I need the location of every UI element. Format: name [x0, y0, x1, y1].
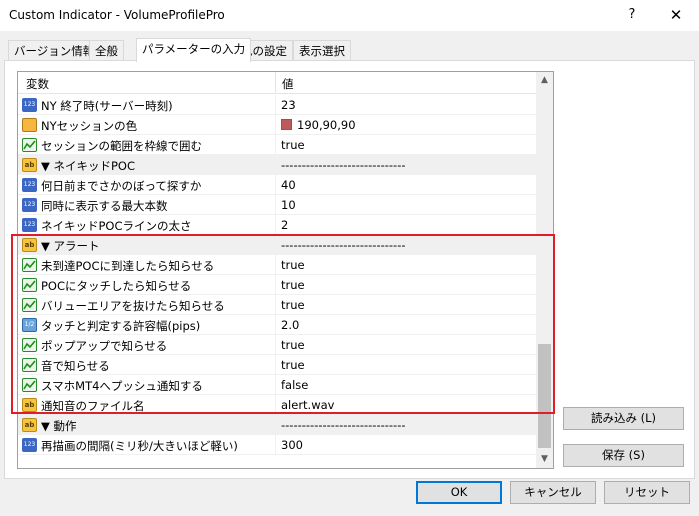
parameter-name: ネイキッドPOCラインの太さ — [41, 219, 192, 233]
ok-button[interactable]: OK — [416, 481, 502, 504]
scroll-up-icon[interactable]: ▲ — [536, 72, 553, 89]
parameter-name: NYセッションの色 — [41, 119, 138, 133]
scroll-down-icon[interactable]: ▼ — [536, 451, 553, 468]
tab-general[interactable]: 全般 — [89, 40, 124, 61]
parameter-row[interactable]: 123 NY 終了時(サーバー時刻) 23 — [18, 95, 536, 115]
parameter-name: セッションの範囲を枠線で囲む — [41, 139, 202, 153]
string-icon: ab — [22, 158, 37, 172]
row-separator — [275, 115, 276, 135]
parameter-row[interactable]: ab ▼ 動作 ------------------------------ — [18, 415, 536, 435]
parameter-value-text: 190,90,90 — [297, 118, 356, 132]
parameter-value[interactable]: 40 — [281, 178, 296, 192]
parameter-name: 同時に表示する最大本数 — [41, 199, 168, 213]
parameter-value-text: 10 — [281, 198, 296, 212]
parameter-row[interactable]: セッションの範囲を枠線で囲む true — [18, 135, 536, 155]
integer-icon: 123 — [22, 178, 37, 192]
row-separator — [275, 435, 276, 455]
parameter-name: 何日前までさかのぼって探すか — [41, 179, 202, 193]
row-separator — [275, 175, 276, 195]
alert-section-highlight-box — [11, 234, 555, 414]
parameter-value[interactable]: true — [281, 138, 305, 152]
help-button[interactable]: ? — [620, 3, 644, 27]
integer-icon: 123 — [22, 218, 37, 232]
save-button[interactable]: 保存 (S) — [563, 444, 684, 467]
parameter-value-text: 23 — [281, 98, 296, 112]
parameter-value-text: ------------------------------ — [281, 418, 406, 432]
parameter-name: NY 終了時(サーバー時刻) — [41, 99, 173, 113]
string-icon: ab — [22, 418, 37, 432]
parameter-row[interactable]: 123 再描画の間隔(ミリ秒/大きいほど軽い) 300 — [18, 435, 536, 455]
parameter-value[interactable]: 190,90,90 — [281, 118, 356, 132]
column-header-value[interactable]: 値 — [282, 76, 294, 92]
reset-button[interactable]: リセット — [604, 481, 690, 504]
column-separator[interactable] — [275, 72, 276, 94]
parameter-name: ▼ 動作 — [41, 419, 77, 433]
parameter-value-text: 300 — [281, 438, 303, 452]
parameter-row[interactable]: NYセッションの色 190,90,90 — [18, 115, 536, 135]
parameter-value-text: ------------------------------ — [281, 158, 406, 172]
column-header-variable[interactable]: 変数 — [26, 76, 49, 92]
color-swatch[interactable] — [281, 119, 292, 130]
parameter-value[interactable]: ------------------------------ — [281, 418, 406, 432]
row-separator — [275, 95, 276, 115]
grid-header: 変数 値 — [18, 72, 536, 94]
window-title: Custom Indicator - VolumeProfilePro — [9, 8, 225, 22]
tab-version-info[interactable]: バージョン情報 — [8, 40, 101, 61]
load-button[interactable]: 読み込み (L) — [563, 407, 684, 430]
integer-icon: 123 — [22, 98, 37, 112]
parameter-value[interactable]: 300 — [281, 438, 303, 452]
cancel-button[interactable]: キャンセル — [510, 481, 596, 504]
row-separator — [275, 215, 276, 235]
close-button[interactable]: ✕ — [664, 3, 688, 27]
tab-parameters[interactable]: パラメーターの入力 — [136, 38, 252, 62]
parameter-value[interactable]: 2 — [281, 218, 288, 232]
parameter-value[interactable]: 10 — [281, 198, 296, 212]
row-separator — [275, 195, 276, 215]
bool-icon — [22, 138, 37, 152]
tab-visualization[interactable]: 表示選択 — [293, 40, 351, 61]
parameter-value-text: 2 — [281, 218, 289, 232]
parameter-value-text: 40 — [281, 178, 296, 192]
parameter-value[interactable]: 23 — [281, 98, 296, 112]
color-icon — [22, 118, 37, 132]
row-separator — [275, 155, 276, 175]
parameter-row[interactable]: ab ▼ ネイキッドPOC ----------------------------… — [18, 155, 536, 175]
title-bar: Custom Indicator - VolumeProfilePro ? ✕ — [0, 0, 699, 31]
row-separator — [275, 135, 276, 155]
row-separator — [275, 415, 276, 435]
parameter-row[interactable]: 123 ネイキッドPOCラインの太さ 2 — [18, 215, 536, 235]
integer-icon: 123 — [22, 438, 37, 452]
parameter-row[interactable]: 123 何日前までさかのぼって探すか 40 — [18, 175, 536, 195]
parameter-value-text: true — [281, 138, 305, 152]
parameter-name: ▼ ネイキッドPOC — [41, 159, 136, 173]
parameter-name: 再描画の間隔(ミリ秒/大きいほど軽い) — [41, 439, 238, 453]
parameter-row[interactable]: 123 同時に表示する最大本数 10 — [18, 195, 536, 215]
parameter-value[interactable]: ------------------------------ — [281, 158, 406, 172]
integer-icon: 123 — [22, 198, 37, 212]
